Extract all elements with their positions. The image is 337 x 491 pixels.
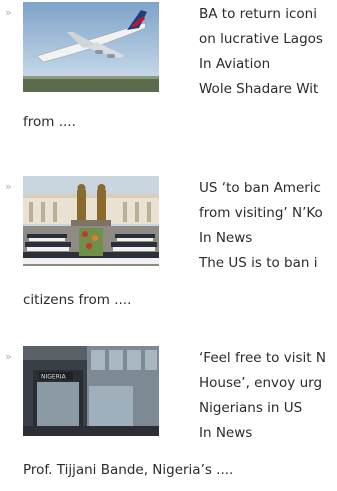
post-title-line[interactable]: from visiting’ N’Ko [199,201,337,226]
post-thumbnail[interactable]: NIGERIA [23,346,159,436]
post-excerpt: The US is to ban i [199,255,318,271]
post-title-line[interactable]: ‘Feel free to visit N [199,346,337,371]
post-category: In Aviation [199,56,271,72]
post-excerpt-tail: from .... [23,114,76,130]
post-excerpt-tail: citizens from .... [23,292,132,308]
post-excerpt-tail: Prof. Tijjani Bande, Nigeria’s .... [23,462,234,478]
post-category: In News [199,230,253,246]
post-category: In News [199,425,253,441]
related-posts-feed: » BA to return iconi on lucrative Lagos … [0,0,337,491]
airplane-photo-icon [23,2,159,92]
post-title-line[interactable]: US ‘to ban Americ [199,176,337,201]
bullet-icon: » [5,350,12,363]
bullet-icon: » [5,6,12,19]
post-thumbnail[interactable] [23,2,159,92]
post-title-line[interactable]: on lucrative Lagos [199,27,337,52]
building-photo-icon: NIGERIA [23,346,159,436]
post-title-line[interactable]: BA to return iconi [199,2,337,27]
svg-text:NIGERIA: NIGERIA [41,374,67,381]
bullet-icon: » [5,180,12,193]
post-title-line[interactable]: Nigerians in US [199,396,337,421]
post-excerpt: Wole Shadare Wit [199,81,319,97]
post-title-line[interactable]: House’, envoy urg [199,371,337,396]
post-thumbnail[interactable] [23,176,159,266]
monument-crowd-photo-icon [23,176,159,266]
